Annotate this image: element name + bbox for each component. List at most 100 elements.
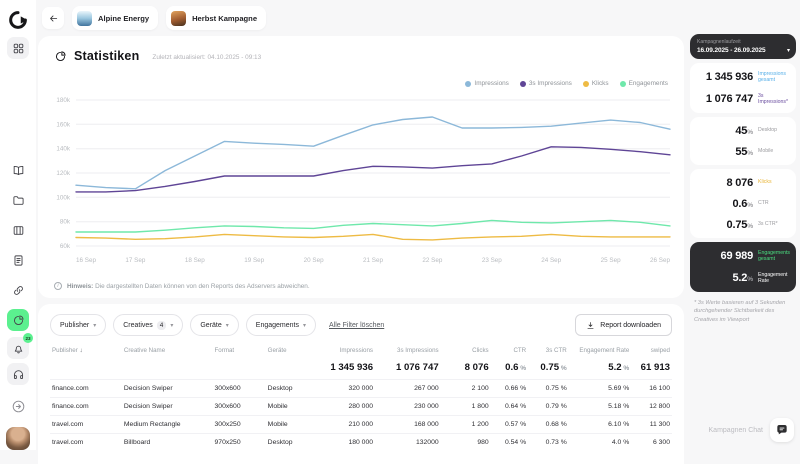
folder-icon	[12, 194, 25, 207]
column-header-clicks: Clicks	[441, 343, 491, 358]
table-cell: 11 300	[631, 416, 672, 434]
table-cell: travel.com	[50, 416, 122, 434]
breadcrumb-campaign[interactable]: Herbst Kampagne	[166, 6, 266, 30]
pie-chart-icon	[54, 50, 67, 63]
table-cell: 0.68 %	[528, 416, 569, 434]
totals-cell: 5.2 %	[569, 358, 632, 380]
table-cell: 0.66 %	[491, 380, 529, 398]
chat-button[interactable]	[770, 418, 794, 442]
sort-arrow-icon: ↓	[78, 347, 83, 354]
breadcrumb-advertiser[interactable]: Alpine Energy	[72, 6, 158, 30]
table-cell: 320 000	[316, 380, 375, 398]
kpi-label: Desktop	[758, 127, 788, 134]
kpi-unit: %	[747, 276, 753, 283]
user-avatar[interactable]	[6, 427, 30, 450]
table-cell: Desktop	[266, 380, 316, 398]
table-cell: Decision Swiper	[122, 380, 213, 398]
column-header-3s-ctr: 3s CTR	[528, 343, 569, 358]
chart-legend: Impressions 3s Impressions Klicks Engagemen…	[465, 80, 668, 87]
totals-cell	[50, 358, 122, 380]
svg-text:22 Sep: 22 Sep	[422, 257, 442, 264]
legend-label: Impressions	[474, 80, 508, 87]
table-cell: 280 000	[316, 398, 375, 416]
svg-text:23 Sep: 23 Sep	[482, 257, 502, 264]
table-cell: 5.18 %	[569, 398, 632, 416]
download-report-button[interactable]: Report downloaden	[575, 314, 672, 336]
statistics-header: Statistiken Zuletzt aktualisiert: 04.10.…	[38, 36, 684, 63]
table-cell: 1 200	[441, 416, 491, 434]
table-cell: 0.54 %	[491, 434, 529, 452]
daterange-value: 16.09.2025 - 26.09.2025	[697, 47, 789, 54]
filter-dropdown-publisher[interactable]: Publisher▾	[50, 314, 106, 336]
column-header-publisher[interactable]: Publisher ↓	[50, 343, 122, 358]
totals-cell: 0.75 %	[528, 358, 569, 380]
footnote-text: * 3s Werte basieren auf 3 Sekunden durch…	[690, 296, 796, 327]
table-cell: 12 800	[631, 398, 672, 416]
totals-cell: 1 345 936	[316, 358, 375, 380]
campaign-daterange-selector[interactable]: Kampagnenlaufzeit 16.09.2025 - 26.09.202…	[690, 34, 796, 59]
filter-dropdown-creatives[interactable]: Creatives4▾	[113, 314, 183, 336]
sidebar-item-statistics-active[interactable]	[7, 309, 29, 331]
filter-dropdown-engagements[interactable]: Engagements▾	[246, 314, 316, 336]
totals-cell: 1 076 747	[375, 358, 441, 380]
column-header-ctr: CTR	[491, 343, 529, 358]
svg-text:24 Sep: 24 Sep	[541, 257, 561, 264]
table-cell: 2 100	[441, 380, 491, 398]
legend-dot-icon	[583, 81, 589, 87]
kpi-label: CTR	[758, 200, 788, 207]
svg-text:25 Sep: 25 Sep	[601, 257, 621, 264]
chevron-down-icon: ▾	[303, 322, 306, 329]
legend-item[interactable]: 3s Impressions	[520, 80, 572, 87]
filter-dropdown-geräte[interactable]: Geräte▾	[190, 314, 238, 336]
chat-bubble-icon	[775, 423, 789, 437]
filter-dropdown-label: Publisher	[60, 322, 89, 329]
sidebar: 23	[0, 0, 36, 450]
table-cell: Mobile	[266, 398, 316, 416]
chat-label: Kampagnen Chat	[709, 427, 763, 434]
table-cell: 230 000	[375, 398, 441, 416]
clear-filters-link[interactable]: Alle Filter löschen	[329, 322, 384, 329]
table-cell: 0.64 %	[491, 398, 529, 416]
filter-dropdown-label: Geräte	[200, 322, 221, 329]
kpi-label: 3s Impressions*	[758, 93, 788, 106]
sidebar-item-creatives[interactable]	[7, 219, 29, 241]
support-button[interactable]	[7, 363, 29, 385]
kpi-row: 8 076Klicks	[698, 172, 788, 193]
sidebar-item-dashboard[interactable]	[7, 37, 29, 59]
campaign-chat: Kampagnen Chat	[709, 418, 794, 442]
svg-text:120k: 120k	[56, 170, 71, 177]
kpi-value: 1 076 747	[706, 93, 753, 105]
totals-cell: 0.6 %	[491, 358, 529, 380]
sidebar-item-links[interactable]	[7, 279, 29, 301]
sidebar-item-reports[interactable]	[7, 249, 29, 271]
kpi-card-devices: 45%Desktop55%Mobile	[690, 117, 796, 165]
table-cell: 0.75 %	[528, 380, 569, 398]
kpi-row: 55%Mobile	[698, 141, 788, 162]
table-cell: 0.73 %	[528, 434, 569, 452]
legend-item[interactable]: Impressions	[465, 80, 508, 87]
kpi-row: 1 076 747 3s Impressions*	[698, 88, 788, 110]
kpi-unit: %	[747, 202, 753, 209]
filter-count-badge: 4	[157, 321, 167, 330]
last-updated-text: Zuletzt aktualisiert: 04.10.2025 - 09:13	[152, 54, 261, 61]
daterange-label: Kampagnenlaufzeit	[697, 39, 789, 45]
app-logo-icon[interactable]	[7, 9, 29, 31]
kpi-value: 0.6%	[732, 198, 753, 210]
statistics-card: Statistiken Zuletzt aktualisiert: 04.10.…	[38, 36, 684, 298]
kpi-value: 5.2%	[732, 272, 753, 284]
notifications-button[interactable]: 23	[7, 337, 29, 359]
kpi-row: 69 989Engagements gesamt	[698, 245, 788, 267]
legend-item[interactable]: Engagements	[620, 80, 668, 87]
sidebar-item-library[interactable]	[7, 159, 29, 181]
table-cell: Billboard	[122, 434, 213, 452]
sidebar-item-projects[interactable]	[7, 189, 29, 211]
back-button[interactable]	[42, 7, 64, 29]
kpi-row: 1 345 936Impressions gesamt	[698, 66, 788, 88]
table-cell: 300x600	[213, 380, 266, 398]
table-cell: 210 000	[316, 416, 375, 434]
legend-item[interactable]: Klicks	[583, 80, 609, 87]
info-icon: i	[54, 282, 62, 290]
collapse-button[interactable]	[7, 395, 29, 417]
filter-dropdown-label: Creatives	[123, 322, 153, 329]
percent-suffix: %	[559, 365, 567, 372]
